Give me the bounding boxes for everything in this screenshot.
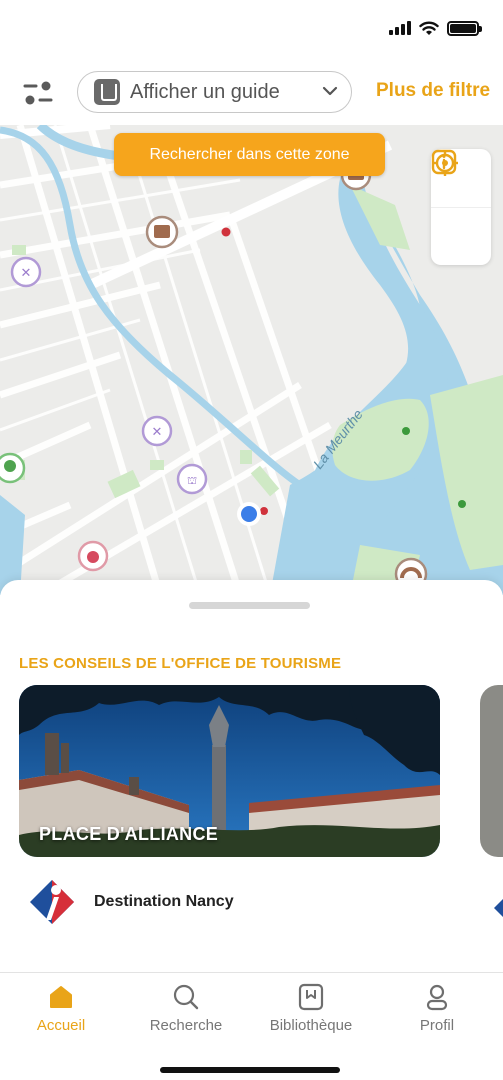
svg-text:✕: ✕ bbox=[21, 266, 32, 281]
filter-icon[interactable] bbox=[22, 78, 54, 108]
park-marker[interactable] bbox=[0, 452, 26, 484]
destination-nancy-logo bbox=[30, 880, 74, 924]
tab-label: Profil bbox=[419, 1017, 455, 1034]
wifi-icon bbox=[419, 21, 439, 35]
card-title: PLACE D'ALLIANCE bbox=[39, 824, 219, 844]
battery-icon bbox=[447, 20, 482, 36]
map[interactable]: La Meurthe ✕ ✕ ⛫ Rechercher dans cette z… bbox=[0, 125, 503, 595]
next-card[interactable] bbox=[480, 685, 503, 857]
locate-button[interactable] bbox=[431, 150, 491, 265]
svg-text:⛫: ⛫ bbox=[187, 474, 197, 487]
tab-bibliotheque[interactable]: Bibliothèque bbox=[256, 983, 366, 1034]
tab-bar: Accueil Recherche Bibliothèque Profil bbox=[0, 972, 503, 1080]
tab-accueil[interactable]: Accueil bbox=[6, 983, 116, 1034]
tab-label: Accueil bbox=[36, 1017, 86, 1034]
search-icon bbox=[173, 984, 199, 1010]
locate-icon bbox=[432, 150, 458, 176]
svg-text:✕: ✕ bbox=[152, 425, 163, 440]
user-icon bbox=[426, 984, 448, 1011]
map-controls bbox=[431, 149, 491, 265]
guide-select-label: Afficher un guide bbox=[130, 80, 280, 103]
tab-label: Recherche bbox=[149, 1017, 223, 1034]
search-zone-button[interactable]: Rechercher dans cette zone bbox=[114, 133, 385, 176]
poi-marker[interactable]: ✕ bbox=[141, 415, 173, 447]
chevron-down-icon bbox=[322, 86, 338, 96]
source[interactable]: Destination Nancy bbox=[28, 878, 234, 926]
top-bar: Afficher un guide Plus de filtre bbox=[0, 62, 503, 124]
bottom-sheet: LES CONSEILS DE L'OFFICE DE TOURISME PLA… bbox=[0, 580, 503, 972]
poi-marker[interactable]: ✕ bbox=[10, 256, 42, 288]
more-filters-link[interactable]: Plus de filtre bbox=[376, 80, 490, 102]
book-icon bbox=[94, 79, 120, 105]
poi-marker[interactable]: ⛫ bbox=[176, 463, 208, 495]
home-indicator bbox=[160, 1067, 340, 1073]
tab-recherche[interactable]: Recherche bbox=[131, 983, 241, 1034]
map-canvas[interactable]: La Meurthe ✕ ✕ ⛫ bbox=[0, 125, 503, 595]
status-icons bbox=[389, 20, 482, 36]
map-dot bbox=[402, 427, 410, 435]
section-title: LES CONSEILS DE L'OFFICE DE TOURISME bbox=[19, 655, 342, 672]
book-icon bbox=[298, 983, 324, 1011]
tip-card[interactable]: PLACE D'ALLIANCE bbox=[19, 685, 440, 857]
tab-profil[interactable]: Profil bbox=[382, 983, 492, 1034]
status-bar bbox=[0, 0, 503, 60]
map-dot bbox=[260, 507, 268, 515]
user-location-dot bbox=[237, 502, 261, 526]
restaurant-marker[interactable] bbox=[77, 540, 109, 572]
map-dot bbox=[458, 500, 466, 508]
sheet-handle[interactable] bbox=[189, 602, 310, 609]
tab-label: Bibliothèque bbox=[269, 1017, 353, 1034]
signal-icon bbox=[389, 21, 411, 35]
source-name: Destination Nancy bbox=[94, 893, 234, 910]
map-dot bbox=[221, 227, 231, 237]
home-icon bbox=[50, 986, 72, 1008]
guide-select[interactable]: Afficher un guide bbox=[77, 71, 352, 113]
destination-nancy-logo bbox=[494, 899, 503, 917]
museum-marker[interactable] bbox=[145, 215, 179, 249]
